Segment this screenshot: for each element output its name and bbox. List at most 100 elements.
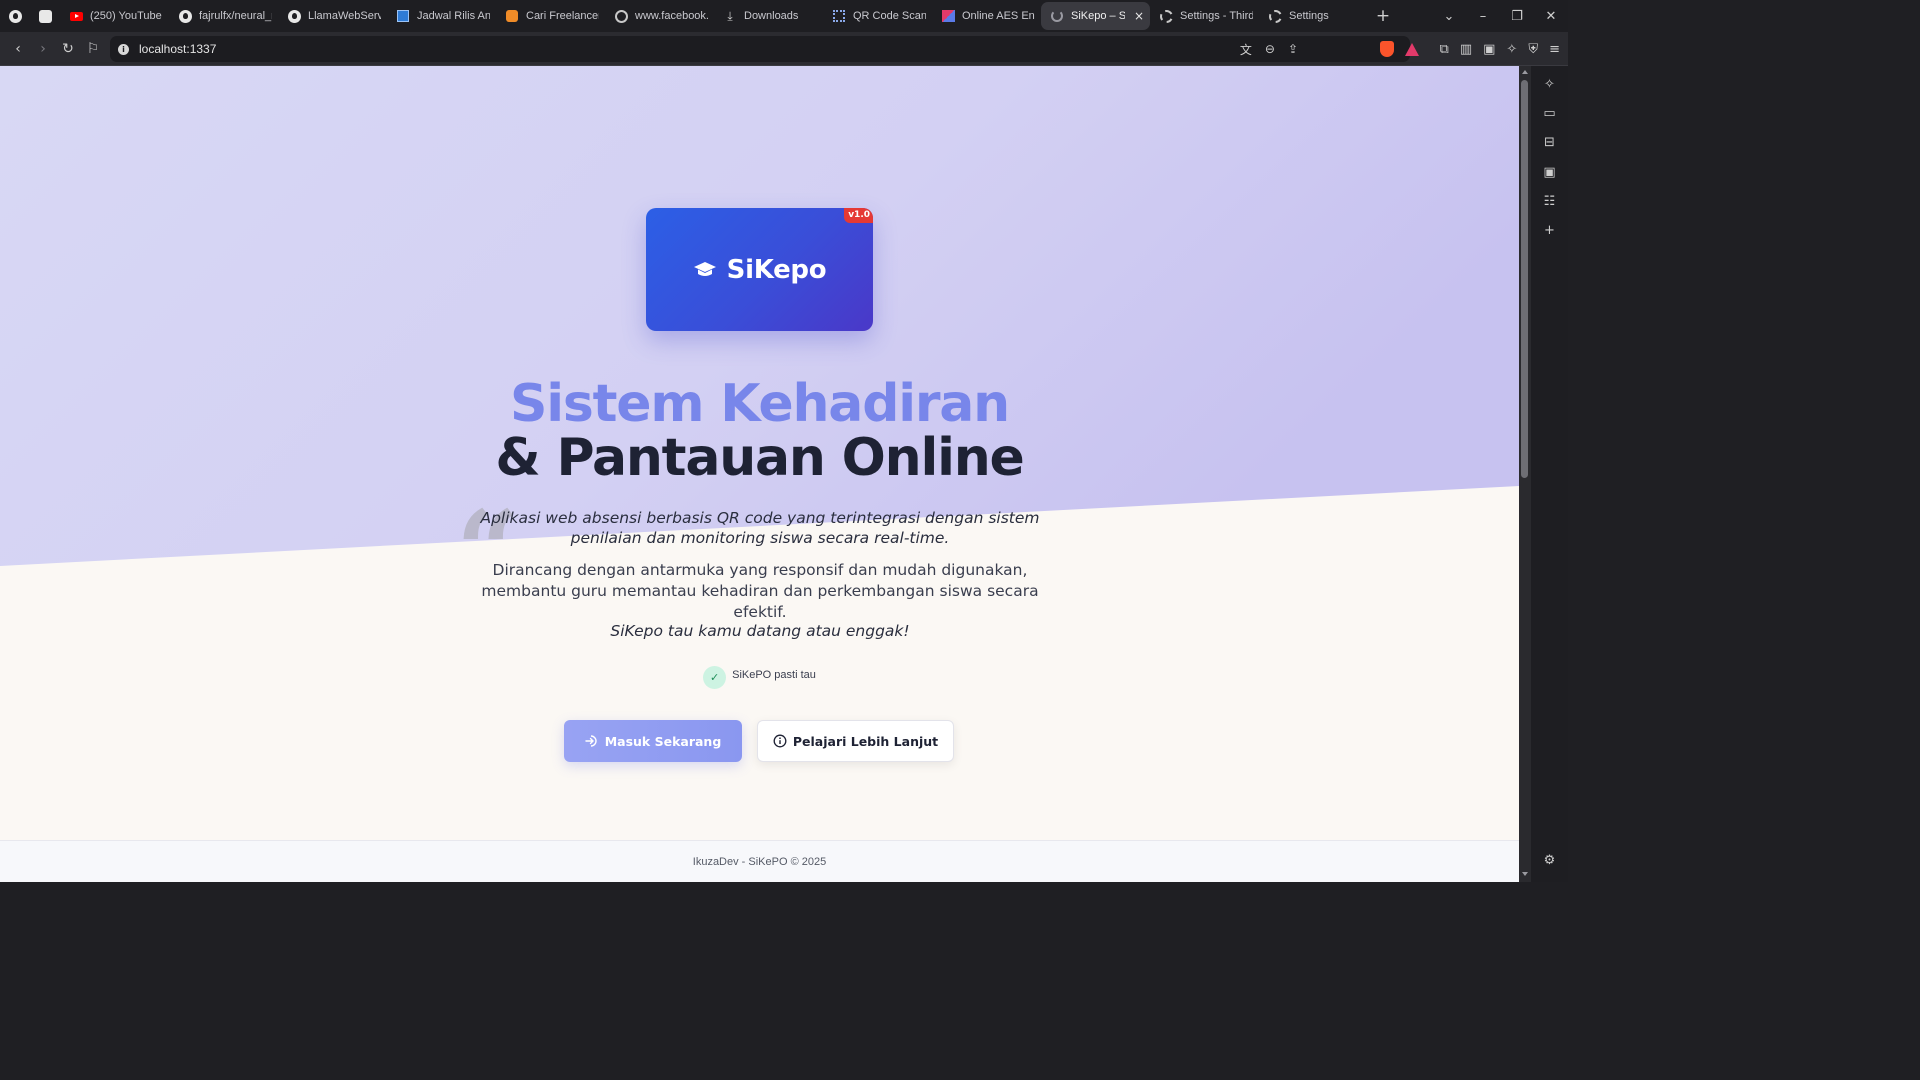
- address-bar-actions: 文 ⊖ ⇪: [1240, 36, 1298, 62]
- scroll-thumb[interactable]: [1521, 80, 1528, 478]
- tab-search-chevron-icon[interactable]: ⌄: [1432, 9, 1466, 24]
- feature-check: ✓ SiKePO pasti tau: [0, 660, 1519, 689]
- extension-toolbar: ⧉ ▥ ▣ ✧ ⛨ ≡: [1379, 36, 1560, 62]
- bookmarks-sidebar-icon[interactable]: ⊟: [1541, 134, 1558, 151]
- github-icon: [287, 9, 301, 23]
- info-icon: [773, 734, 787, 748]
- vpn-icon[interactable]: ⛨: [1528, 42, 1538, 57]
- tab-label: www.facebook.c: [635, 10, 708, 22]
- browser-tab[interactable]: Settings: [1259, 2, 1368, 30]
- pinned-tab[interactable]: [30, 0, 60, 32]
- wallet-sidebar-icon[interactable]: ▣: [1541, 164, 1558, 181]
- learn-more-button-label: Pelajari Lebih Lanjut: [792, 733, 939, 749]
- address-bar[interactable]: i localhost:1337 文 ⊖ ⇪: [110, 36, 1410, 62]
- bookmark-icon[interactable]: ⚐: [81, 37, 105, 61]
- leo-sidebar-icon[interactable]: ✧: [1541, 76, 1558, 93]
- wallet-icon[interactable]: ▣: [1483, 42, 1495, 57]
- browser-tab[interactable]: Jadwal Rilis Anir: [387, 2, 496, 30]
- close-window-icon[interactable]: ✕: [1534, 9, 1568, 24]
- media-sidebar-icon[interactable]: ▭: [1541, 105, 1558, 122]
- hero-tagline: SiKepo tau kamu datang atau enggak!: [610, 622, 910, 640]
- tab-label: Settings - Third: [1180, 10, 1253, 22]
- tab-list: (250) YouTube fajrulfx/neural_r LlamaWebSe…: [60, 0, 1368, 32]
- browser-tab[interactable]: QR Code Scann: [823, 2, 932, 30]
- tab-label: Online AES Enc: [962, 10, 1035, 22]
- hero-lead-text: Aplikasi web absensi berbasis QR code ya…: [480, 509, 1040, 547]
- browser-tab[interactable]: SiKepo – Si ×: [1041, 2, 1150, 30]
- add-sidebar-item-icon[interactable]: +: [1541, 222, 1558, 239]
- minimize-icon[interactable]: –: [1466, 9, 1500, 24]
- back-icon[interactable]: ‹: [6, 37, 30, 61]
- hero-body-text: Dirancang dengan antarmuka yang responsi…: [481, 561, 1039, 621]
- logo-text: SiKepo: [726, 254, 827, 285]
- version-badge: v1.0: [844, 208, 873, 223]
- share-icon[interactable]: ⇪: [1288, 42, 1298, 56]
- page-scrollbar[interactable]: [1519, 66, 1531, 882]
- tab-label: Cari Freelancer I: [526, 10, 599, 22]
- reload-icon[interactable]: ↻: [56, 37, 80, 61]
- scroll-down-arrow-icon[interactable]: [1522, 872, 1528, 876]
- learn-more-button[interactable]: Pelajari Lebih Lanjut: [757, 720, 954, 762]
- new-tab-button[interactable]: +: [1368, 6, 1398, 26]
- login-button[interactable]: Masuk Sekarang: [564, 720, 742, 762]
- login-icon: [585, 735, 597, 747]
- loading-icon: [1050, 9, 1064, 23]
- browser-tab[interactable]: fajrulfx/neural_r: [169, 2, 278, 30]
- github-icon: [178, 9, 192, 23]
- tab-label: SiKepo – Si: [1071, 10, 1125, 22]
- browser-tab[interactable]: (250) YouTube: [60, 2, 169, 30]
- sidebar-settings-icon[interactable]: ⚙: [1541, 852, 1558, 869]
- freelancer-site-icon: [505, 9, 519, 23]
- youtube-icon: [69, 9, 83, 23]
- browser-tab[interactable]: Online AES Enc: [932, 2, 1041, 30]
- tab-label: QR Code Scann: [853, 10, 926, 22]
- page-footer: IkuzaDev - SiKePO © 2025: [0, 840, 1519, 882]
- login-button-label: Masuk Sekarang: [604, 733, 722, 749]
- url-text[interactable]: localhost:1337: [139, 42, 216, 56]
- reading-list-sidebar-icon[interactable]: ☷: [1541, 193, 1558, 210]
- extensions-icon[interactable]: ⧉: [1440, 42, 1449, 57]
- graduation-cap-icon: [693, 261, 717, 279]
- tab-label: fajrulfx/neural_r: [199, 10, 272, 22]
- translate-icon[interactable]: 文: [1240, 41, 1252, 58]
- window-controls: ⌄ – ❐ ✕: [1432, 0, 1568, 32]
- tab-label: LlamaWebServe: [308, 10, 381, 22]
- brave-rewards-icon[interactable]: [1404, 42, 1419, 56]
- browser-toolbar: ‹ › ↻ ⚐ i localhost:1337 文 ⊖ ⇪ ⧉ ▥ ▣ ✧ ⛨…: [0, 32, 1568, 66]
- aes-site-icon: [941, 9, 955, 23]
- check-icon: ✓: [703, 666, 727, 689]
- tab-label: Downloads: [744, 10, 799, 22]
- tab-label: Settings: [1289, 10, 1329, 22]
- browser-tab[interactable]: ⤓ Downloads: [714, 2, 823, 30]
- footer-text: IkuzaDev - SiKePO © 2025: [692, 855, 827, 868]
- github-icon: [8, 9, 22, 23]
- menu-icon[interactable]: ≡: [1549, 42, 1560, 57]
- hero-title-line2: & Pantauan Online: [495, 428, 1024, 488]
- zoom-icon[interactable]: ⊖: [1265, 42, 1275, 56]
- restore-icon[interactable]: ❐: [1500, 9, 1534, 24]
- tab-strip: (250) YouTube fajrulfx/neural_r LlamaWebSe…: [0, 0, 1568, 32]
- leo-ai-icon[interactable]: ✧: [1506, 42, 1517, 57]
- logo-card: SiKepo v1.0: [646, 208, 873, 331]
- calendar-site-icon: [396, 9, 410, 23]
- browser-tab[interactable]: Settings - Third: [1150, 2, 1259, 30]
- gear-icon: [1268, 9, 1282, 23]
- gear-icon: [1159, 9, 1173, 23]
- close-tab-icon[interactable]: ×: [1134, 9, 1144, 23]
- qr-code-icon: [832, 9, 846, 23]
- browser-tab[interactable]: Cari Freelancer I: [496, 2, 605, 30]
- browser-side-panel: ✧ ▭ ⊟ ▣ ☷ + ⚙: [1531, 66, 1568, 882]
- pinned-github-tab[interactable]: [0, 0, 30, 32]
- site-info-icon[interactable]: i: [118, 43, 129, 55]
- forward-icon[interactable]: ›: [31, 37, 55, 61]
- scroll-up-arrow-icon[interactable]: [1522, 70, 1528, 74]
- browser-tab[interactable]: www.facebook.c: [605, 2, 714, 30]
- tab-label: (250) YouTube: [90, 10, 162, 22]
- download-icon: ⤓: [727, 8, 733, 23]
- page-viewport: SiKepo v1.0 Sistem Kehadiran & Pantauan …: [0, 66, 1519, 882]
- tab-label: Jadwal Rilis Anir: [417, 10, 490, 22]
- browser-tab[interactable]: LlamaWebServe: [278, 2, 387, 30]
- sidebar-toggle-icon[interactable]: ▥: [1460, 42, 1472, 57]
- pinned-site-icon: [38, 9, 52, 23]
- brave-shields-icon[interactable]: [1379, 41, 1394, 57]
